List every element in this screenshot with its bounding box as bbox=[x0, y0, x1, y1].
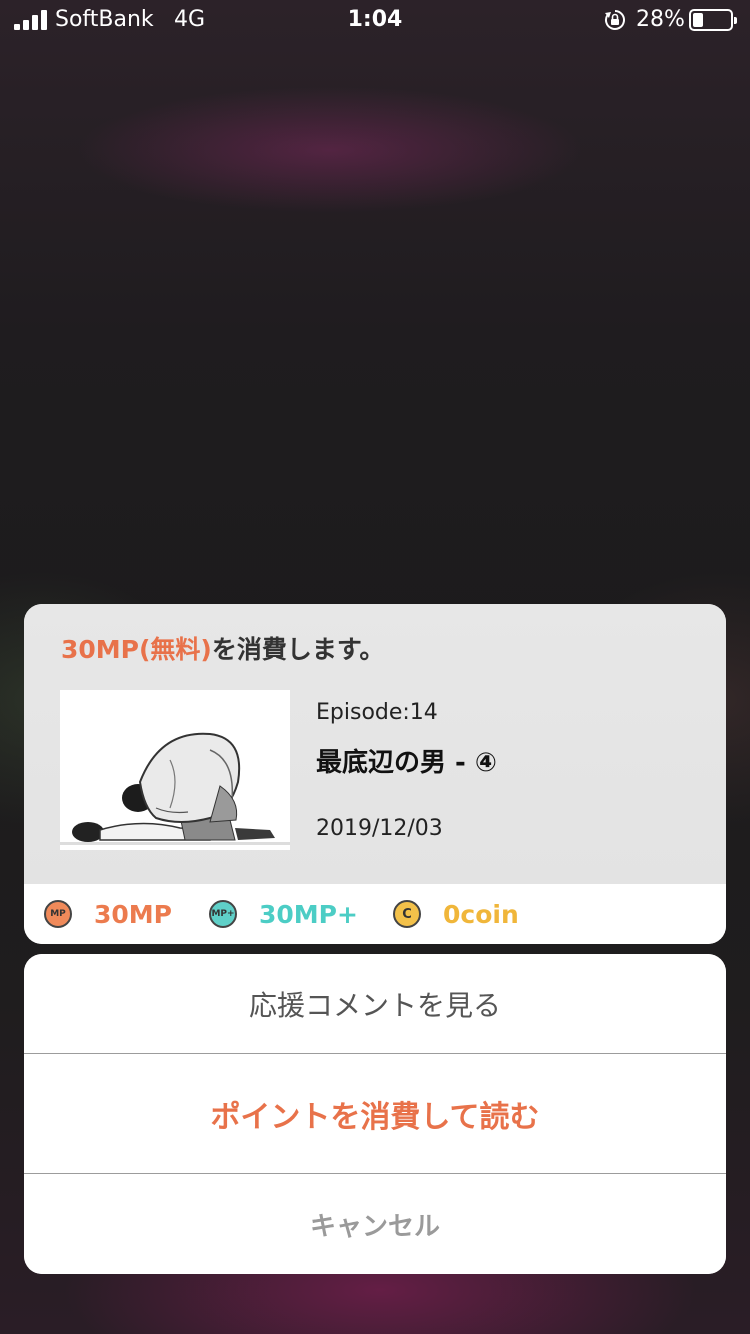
coin-icon: C bbox=[393, 900, 421, 928]
episode-info: 30MP(無料)を消費します。 Episode:14 最底辺の男 - ④ 201… bbox=[24, 604, 726, 884]
points-balance-row: MP 30MP MP+ 30MP+ C 0coin bbox=[24, 884, 726, 944]
mp-balance: MP 30MP bbox=[44, 884, 172, 944]
mp-plus-balance-label: 30MP+ bbox=[259, 899, 358, 929]
coin-balance: C 0coin bbox=[393, 884, 519, 944]
battery-percent: 28% bbox=[636, 7, 685, 32]
mp-plus-balance: MP+ 30MP+ bbox=[209, 884, 358, 944]
episode-title: 最底辺の男 - ④ bbox=[316, 748, 497, 778]
consume-suffix: を消費します。 bbox=[211, 635, 385, 664]
consume-amount: 30MP(無料) bbox=[61, 635, 212, 664]
action-sheet: 応援コメントを見る ポイントを消費して読む キャンセル bbox=[24, 954, 726, 1274]
manga-panel-image bbox=[60, 690, 290, 850]
read-with-points-button[interactable]: ポイントを消費して読む bbox=[24, 1054, 726, 1173]
mp-icon: MP bbox=[44, 900, 72, 928]
episode-thumbnail bbox=[60, 690, 290, 850]
rotation-lock-icon bbox=[605, 10, 625, 30]
purchase-info-card: 30MP(無料)を消費します。 Episode:14 最底辺の男 - ④ 201… bbox=[24, 604, 726, 944]
view-comments-button[interactable]: 応援コメントを見る bbox=[24, 954, 726, 1053]
battery-icon bbox=[689, 9, 737, 31]
battery-fill bbox=[693, 13, 703, 27]
episode-number: Episode:14 bbox=[316, 700, 438, 725]
cancel-button[interactable]: キャンセル bbox=[24, 1174, 726, 1274]
consume-message: 30MP(無料)を消費します。 bbox=[61, 630, 384, 666]
mp-plus-icon: MP+ bbox=[209, 900, 237, 928]
coin-balance-label: 0coin bbox=[443, 899, 519, 929]
mp-balance-label: 30MP bbox=[94, 899, 172, 929]
status-bar: SoftBank 4G 1:04 28% bbox=[0, 0, 750, 40]
episode-date: 2019/12/03 bbox=[316, 816, 443, 841]
